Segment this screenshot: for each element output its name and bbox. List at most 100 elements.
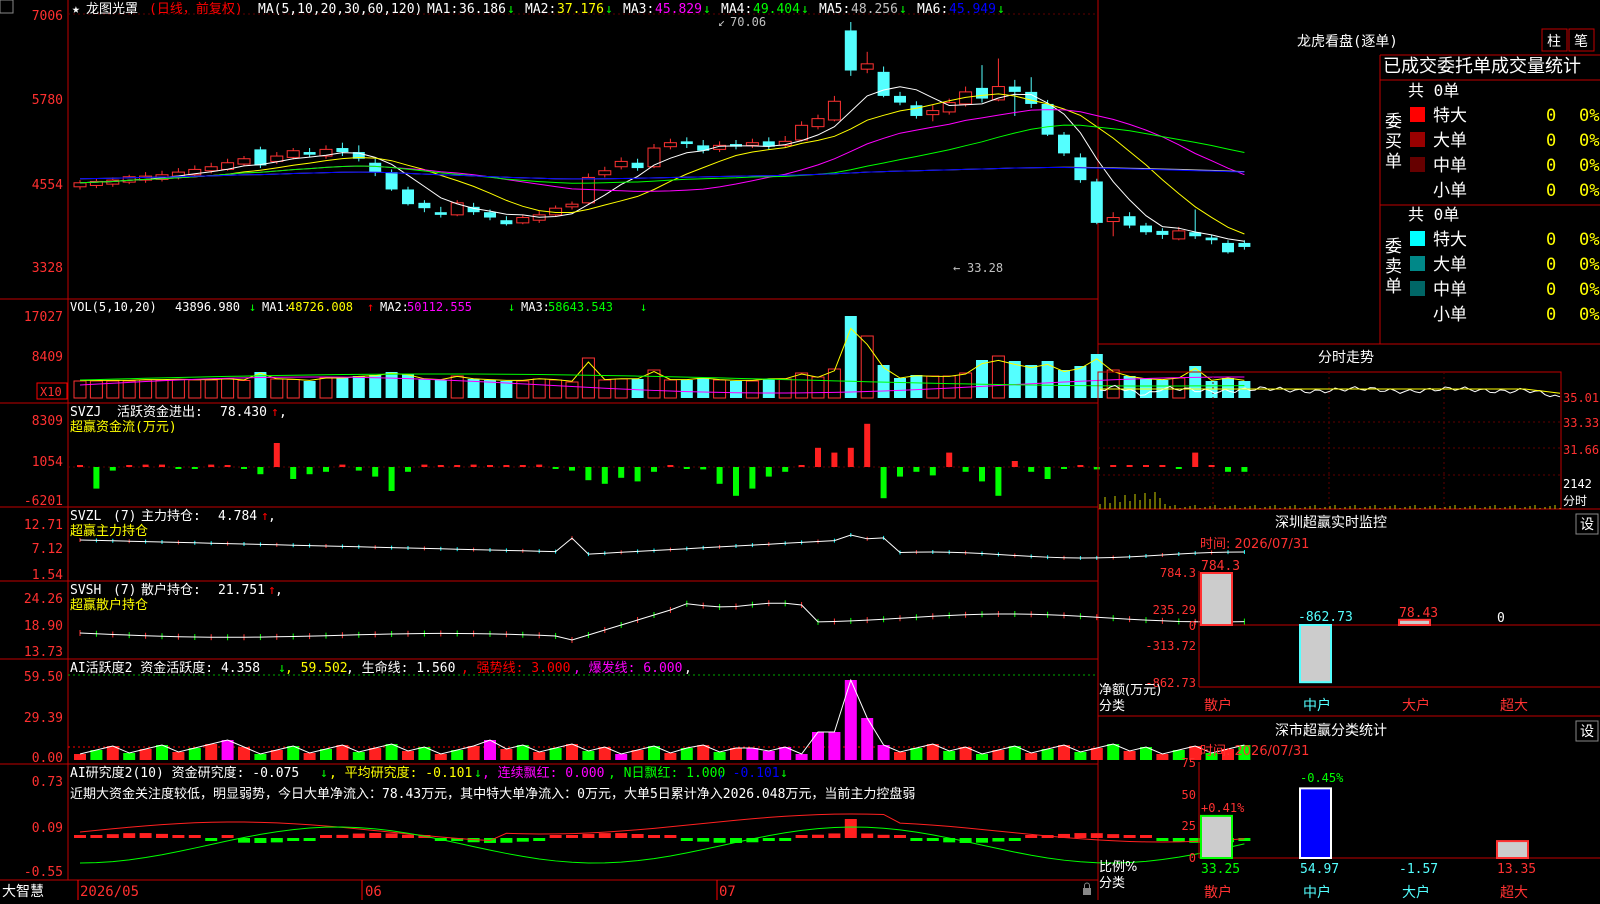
intraday-label: 分时 <box>1563 494 1587 508</box>
y-tick-air-2: -0.55 <box>24 865 63 880</box>
vol-bar-21 <box>418 379 431 398</box>
ai-bar-29 <box>549 748 562 760</box>
ai-bar-17 <box>352 752 365 760</box>
air-bar-51 <box>910 838 923 841</box>
svzj-bar-67 <box>1175 467 1182 469</box>
candlestick-series <box>73 22 1251 254</box>
ai-bar-7 <box>188 748 201 760</box>
vol-trend: ↓ <box>249 300 256 314</box>
vol-ma3-trend: ↓ <box>640 300 647 314</box>
svzj-bar-5 <box>159 464 165 467</box>
candle-body-26 <box>500 220 513 225</box>
air-bar-9 <box>221 835 234 838</box>
monitor-tick-0: 784.3 <box>1160 566 1196 580</box>
vol-bar-44 <box>795 372 809 399</box>
svzj-bar-51 <box>913 467 920 472</box>
vol-bar-70 <box>1222 378 1234 398</box>
ai-bar-50 <box>894 752 906 760</box>
sell-row-swatch-2 <box>1410 281 1425 296</box>
star-marker: ★ <box>72 2 80 17</box>
y-tick-ai-1: 29.39 <box>24 711 63 726</box>
sell-total: 共 0单 <box>1408 205 1459 224</box>
chart-mode[interactable]: (日线，前复权) <box>149 1 243 17</box>
vol-ma3: 58643.543 <box>548 300 613 314</box>
air-bar-50 <box>894 835 906 838</box>
vol-bar-41 <box>745 380 759 399</box>
monitor-value-0: 784.3 <box>1201 559 1240 574</box>
vol-bar-63 <box>1106 369 1120 399</box>
svzj-bar-13 <box>290 467 297 479</box>
svzj-bar-40 <box>733 467 739 496</box>
sell-row-label-0: 特大 <box>1433 230 1467 250</box>
vol-bar-28 <box>532 378 546 399</box>
x-label-2: 07 <box>719 884 736 900</box>
class-bars: 33.25 散户 54.97 中户 -1.57 大户 13.35 超大 +0.41% -0.45% <box>1200 771 1536 901</box>
vol-bar-17 <box>352 376 365 398</box>
sell-row-pct-2: 0% <box>1579 280 1599 300</box>
monitor-tick-3: -313.72 <box>1145 639 1196 653</box>
svzj-bar-28 <box>536 464 543 467</box>
vol-ma2-trend: ↓ <box>508 300 515 314</box>
candle-body-20 <box>402 189 414 205</box>
air-bar-56 <box>992 838 1005 842</box>
candle-body-22 <box>434 212 447 215</box>
ma-legend-value-1: 37.176 <box>557 2 604 17</box>
vol-bar-58 <box>1025 365 1038 398</box>
class-top-1: -0.45% <box>1300 771 1344 785</box>
brand-label[interactable]: 大智慧 <box>2 884 44 900</box>
air-bar-18 <box>369 833 382 838</box>
candle-body-19 <box>385 172 398 190</box>
vol-ma2-label: MA2: <box>380 300 409 314</box>
air-bar-48 <box>861 833 874 838</box>
candle-body-66 <box>1156 230 1169 235</box>
chart-menu-icon[interactable] <box>0 0 14 14</box>
vol-bar-22 <box>434 380 447 398</box>
ai-research-red: , 连续飘红: 0.000 <box>482 765 604 781</box>
air-bar-30 <box>566 835 578 838</box>
vol-value: 43896.980 <box>175 300 240 314</box>
svzl-param: (7) <box>113 509 136 524</box>
vol-bar-36 <box>663 379 677 399</box>
svzj-value: 78.430 <box>220 405 267 420</box>
buy-side-char-1: 买 <box>1385 132 1402 152</box>
buy-row-count-1: 0 <box>1546 131 1556 151</box>
y-tick-svzl-2: 1.54 <box>32 568 63 583</box>
y-tick-svzj-1: 1054 <box>32 455 63 470</box>
monitor-bars: 784.3 散户 -862.73 中户 78.43 大户 0 超大 <box>1200 559 1528 714</box>
air-bar-2 <box>106 834 119 838</box>
candle-body-25 <box>484 212 496 218</box>
vol-bar-32 <box>598 379 612 399</box>
svzj-bar-22 <box>437 465 444 467</box>
air-bar-42 <box>762 838 775 841</box>
buy-row-pct-1: 0% <box>1579 131 1599 151</box>
svzj-bar-15 <box>323 467 329 472</box>
air-bar-6 <box>172 835 185 838</box>
ai-bar-20 <box>402 751 414 760</box>
vol-bar-18 <box>369 375 382 398</box>
buy-side-char-0: 委 <box>1385 112 1402 132</box>
svzj-bar-55 <box>979 467 985 482</box>
vol-bar-46 <box>827 368 841 399</box>
vol-bar-9 <box>221 378 235 399</box>
svzj-bar-6 <box>175 467 182 469</box>
vol-bar-29 <box>549 379 563 399</box>
stock-name[interactable]: 龙图光罩 <box>86 2 138 17</box>
air-bar-47 <box>844 819 857 838</box>
sell-row-count-0: 0 <box>1546 230 1556 250</box>
air-bar-65 <box>1140 835 1152 838</box>
air-bar-19 <box>385 833 398 838</box>
svzl-line <box>79 533 1245 560</box>
class-tick-1: 50 <box>1182 788 1196 802</box>
ma-legend-trend-1: ↓ <box>605 2 613 17</box>
vol-ma1-label: MA1: <box>262 300 291 314</box>
ai-bar-22 <box>434 754 447 760</box>
candle-body-49 <box>877 71 890 96</box>
vol-bar-43 <box>778 378 792 399</box>
intraday-tick-0: 35.01 <box>1563 391 1599 405</box>
btn-zhu-label: 柱 <box>1547 34 1561 50</box>
class-bar-0 <box>1200 814 1233 860</box>
y-tick-air-1: 0.09 <box>32 821 63 836</box>
vol-bar-57 <box>1008 361 1021 398</box>
ai-research-trend: ↓ <box>320 766 328 781</box>
air-bar-63 <box>1107 834 1120 838</box>
